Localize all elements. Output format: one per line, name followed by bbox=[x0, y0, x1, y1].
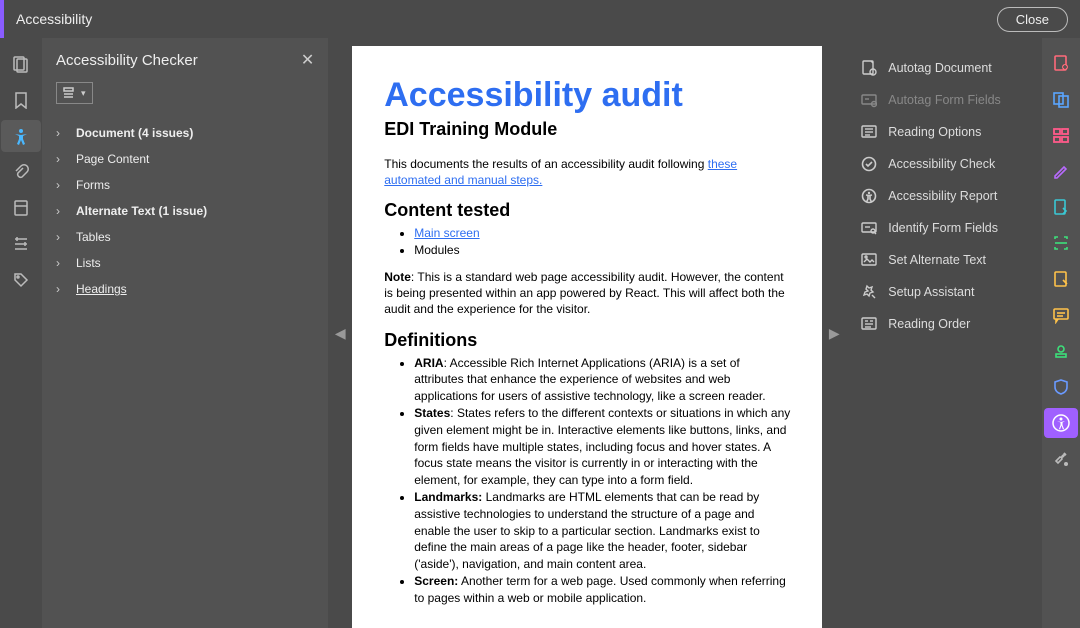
pdf-page: Accessibility audit EDI Training Module … bbox=[352, 46, 822, 628]
def-screen: Screen: Another term for a web page. Use… bbox=[414, 573, 790, 607]
chevron-right-icon: › bbox=[56, 282, 66, 296]
chevron-right-icon: › bbox=[56, 152, 66, 166]
doc-intro: This documents the results of an accessi… bbox=[384, 156, 790, 188]
pages-icon[interactable] bbox=[1, 48, 41, 80]
panel-close-icon[interactable]: ✕ bbox=[301, 50, 314, 70]
chevron-right-icon: › bbox=[56, 178, 66, 192]
header-bar: Accessibility Close bbox=[0, 0, 1080, 38]
modules-item: Modules bbox=[414, 242, 790, 259]
heading-content-tested: Content tested bbox=[384, 200, 790, 221]
chevron-right-icon: › bbox=[56, 230, 66, 244]
chevron-right-icon: › bbox=[56, 204, 66, 218]
order-icon[interactable] bbox=[1, 228, 41, 260]
comment-icon[interactable] bbox=[1044, 300, 1078, 330]
def-aria: ARIA: Accessible Rich Internet Applicati… bbox=[414, 355, 790, 405]
alt-text-icon bbox=[860, 251, 878, 269]
tree-item-label: Headings bbox=[76, 282, 127, 296]
panel-options-button[interactable]: ▾ bbox=[56, 82, 93, 104]
tree-item[interactable]: › Tables bbox=[42, 224, 328, 250]
scan-icon[interactable] bbox=[1044, 228, 1078, 258]
export-icon[interactable] bbox=[1044, 192, 1078, 222]
tool-label: Accessibility Report bbox=[888, 189, 997, 203]
tree-item[interactable]: › Forms bbox=[42, 172, 328, 198]
issues-tree: ›Document (4 issues)›Page Content›Forms›… bbox=[42, 114, 328, 308]
create-pdf-icon[interactable] bbox=[1044, 48, 1078, 78]
def-landmarks: Landmarks: Landmarks are HTML elements t… bbox=[414, 489, 790, 573]
tags-icon[interactable] bbox=[1, 264, 41, 296]
tree-item-label: Forms bbox=[76, 178, 110, 192]
chevron-right-icon: › bbox=[56, 126, 66, 140]
tree-item[interactable]: › Headings bbox=[42, 276, 328, 302]
tool-label: Identify Form Fields bbox=[888, 221, 998, 235]
tool-label: Accessibility Check bbox=[888, 157, 995, 171]
def-states: States: States refers to the different c… bbox=[414, 405, 790, 489]
doc-title: Accessibility audit bbox=[384, 76, 790, 115]
page-title: Accessibility bbox=[16, 11, 92, 27]
reading-options-icon bbox=[860, 123, 878, 141]
tree-item[interactable]: › Document (4 issues) bbox=[42, 120, 328, 146]
check-icon bbox=[860, 155, 878, 173]
tree-item-label: Document (4 issues) bbox=[76, 126, 193, 140]
tool-check[interactable]: Accessibility Check bbox=[856, 148, 1032, 180]
tool-label: Reading Options bbox=[888, 125, 981, 139]
accessibility-tree-icon[interactable] bbox=[1, 120, 41, 152]
attachment-icon[interactable] bbox=[1, 156, 41, 188]
tree-item-label: Alternate Text (1 issue) bbox=[76, 204, 207, 218]
combine-icon[interactable] bbox=[1044, 84, 1078, 114]
edit-icon[interactable] bbox=[1044, 156, 1078, 186]
shield-icon[interactable] bbox=[1044, 372, 1078, 402]
close-button[interactable]: Close bbox=[997, 7, 1068, 32]
bookmark-icon[interactable] bbox=[1, 84, 41, 116]
autotag-form-icon bbox=[860, 91, 878, 109]
main-screen-link[interactable]: Main screen bbox=[414, 226, 479, 240]
left-tool-rail bbox=[0, 38, 42, 628]
tool-autotag-form: Autotag Form Fields bbox=[856, 84, 1032, 116]
tool-label: Autotag Form Fields bbox=[888, 93, 1001, 107]
tool-label: Set Alternate Text bbox=[888, 253, 986, 267]
tool-alt-text[interactable]: Set Alternate Text bbox=[856, 244, 1032, 276]
report-icon bbox=[860, 187, 878, 205]
identify-icon bbox=[860, 219, 878, 237]
tool-label: Reading Order bbox=[888, 317, 970, 331]
doc-subtitle: EDI Training Module bbox=[384, 119, 790, 140]
order-icon bbox=[860, 315, 878, 333]
panel-title: Accessibility Checker bbox=[56, 52, 198, 69]
right-tool-rail bbox=[1042, 38, 1080, 628]
tool-label: Autotag Document bbox=[888, 61, 992, 75]
autotag-doc-icon bbox=[860, 59, 878, 77]
accessibility-tools-panel: Autotag Document Autotag Form Fields Readi… bbox=[846, 38, 1042, 628]
protect-icon[interactable] bbox=[1044, 264, 1078, 294]
tree-item[interactable]: › Lists bbox=[42, 250, 328, 276]
tree-item-label: Lists bbox=[76, 256, 101, 270]
chevron-down-icon: ▾ bbox=[81, 88, 86, 99]
page-next-button[interactable]: ▶ bbox=[822, 38, 846, 628]
tree-item[interactable]: › Alternate Text (1 issue) bbox=[42, 198, 328, 224]
page-prev-button[interactable]: ◀ bbox=[328, 38, 352, 628]
assistant-icon bbox=[860, 283, 878, 301]
note-paragraph: Note: This is a standard web page access… bbox=[384, 269, 790, 318]
heading-definitions: Definitions bbox=[384, 330, 790, 351]
tool-identify[interactable]: Identify Form Fields bbox=[856, 212, 1032, 244]
tree-item[interactable]: › Page Content bbox=[42, 146, 328, 172]
tree-item-label: Page Content bbox=[76, 152, 149, 166]
tool-assistant[interactable]: Setup Assistant bbox=[856, 276, 1032, 308]
tool-label: Setup Assistant bbox=[888, 285, 974, 299]
accessibility-checker-panel: Accessibility Checker ✕ ▾ › Document (4 i… bbox=[42, 38, 328, 628]
organize-icon[interactable] bbox=[1044, 120, 1078, 150]
more-tools-icon[interactable] bbox=[1044, 444, 1078, 474]
tool-order[interactable]: Reading Order bbox=[856, 308, 1032, 340]
document-area: ◀ Accessibility audit EDI Training Modul… bbox=[328, 38, 846, 628]
chevron-right-icon: › bbox=[56, 256, 66, 270]
tool-autotag-doc[interactable]: Autotag Document bbox=[856, 52, 1032, 84]
tool-reading-options[interactable]: Reading Options bbox=[856, 116, 1032, 148]
accessibility-icon[interactable] bbox=[1044, 408, 1078, 438]
layers-icon[interactable] bbox=[1, 192, 41, 224]
stamp-icon[interactable] bbox=[1044, 336, 1078, 366]
tool-report[interactable]: Accessibility Report bbox=[856, 180, 1032, 212]
tree-item-label: Tables bbox=[76, 230, 111, 244]
